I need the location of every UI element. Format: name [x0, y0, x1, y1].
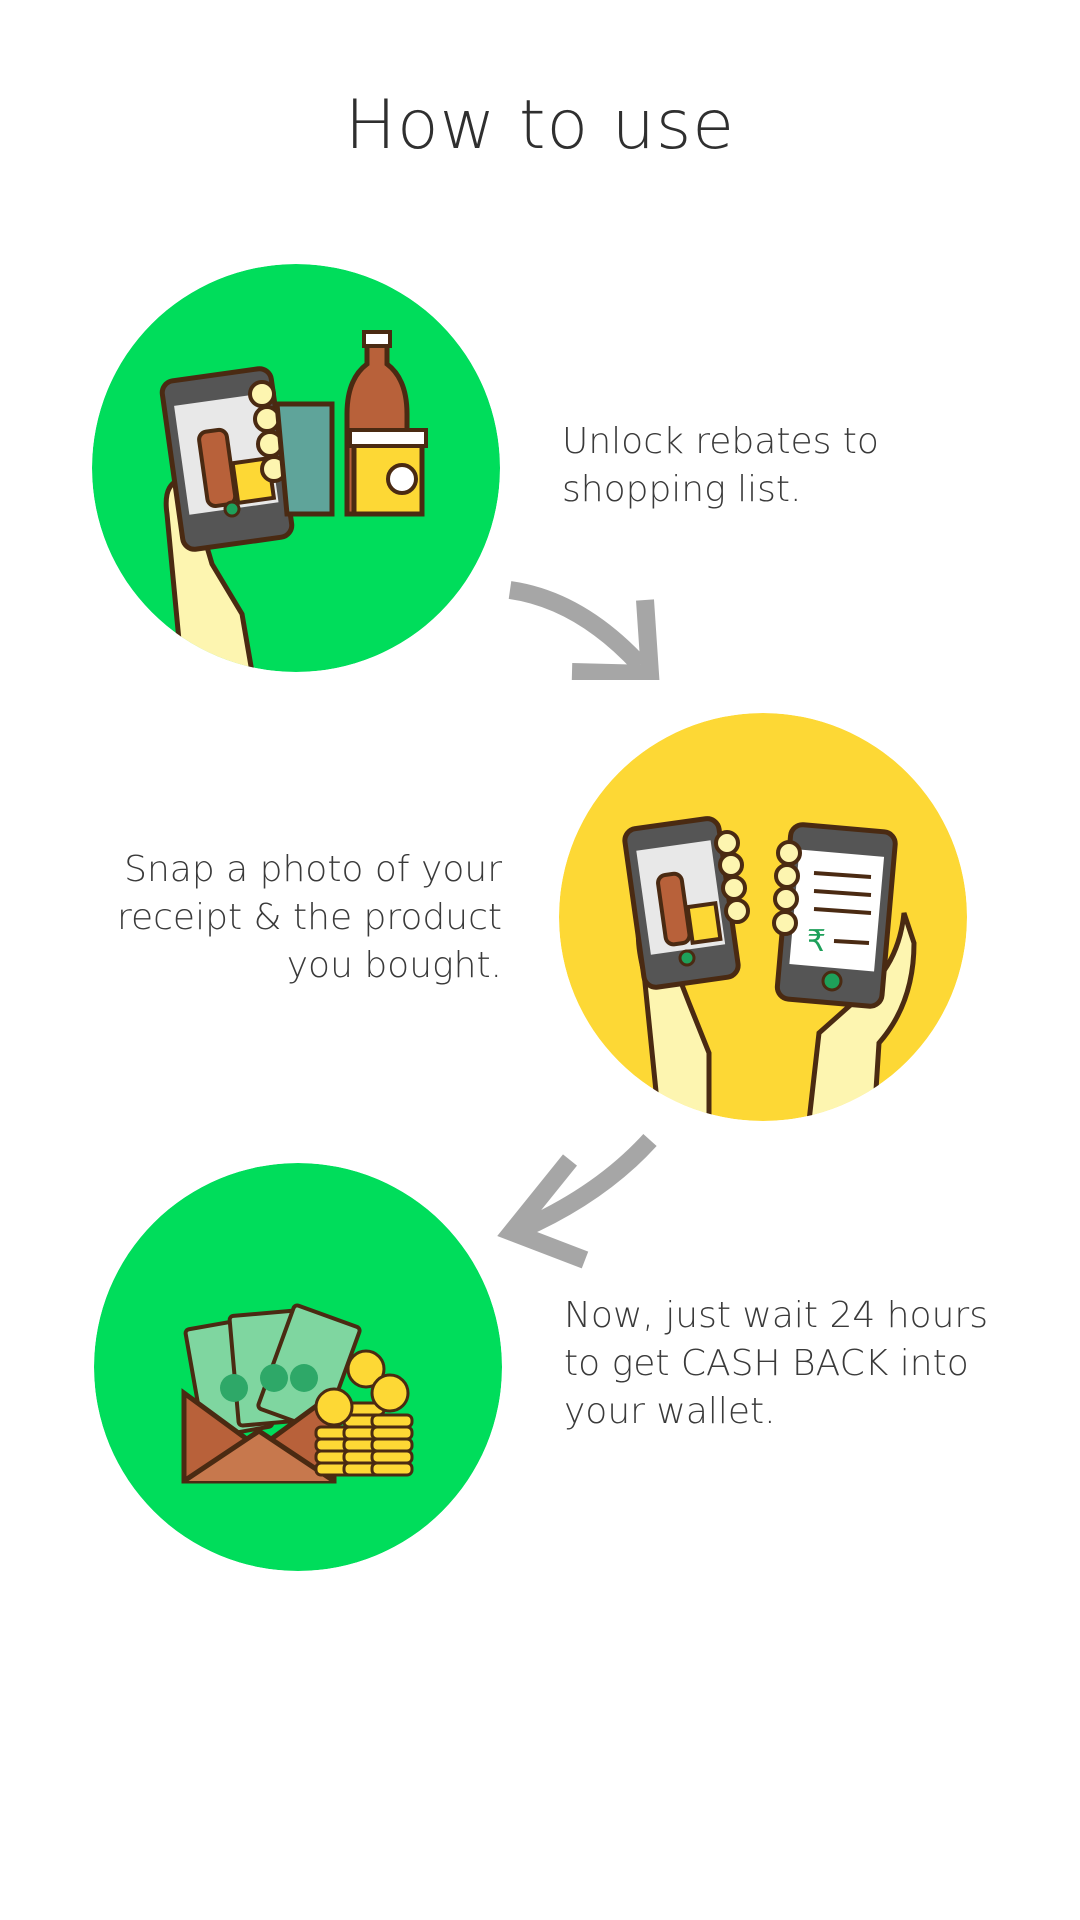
phone-with-products-icon — [92, 264, 500, 672]
how-to-use-screen: How to use Unlock rebates to shopping li… — [0, 0, 1080, 1920]
step-1-illustration — [92, 264, 500, 672]
step-2-text: Snap a photo of your receipt & the produ… — [116, 849, 502, 986]
step-1-text: Unlock rebates to shopping list. — [562, 421, 879, 510]
phones-receipt-icon: ₹ — [559, 713, 967, 1121]
step-2-illustration: ₹ — [559, 713, 967, 1121]
arrow-down-left-icon — [497, 1133, 657, 1269]
step-3-illustration — [94, 1163, 502, 1571]
page-title: How to use — [344, 86, 736, 165]
svg-text:₹: ₹ — [807, 924, 826, 959]
wallet-cash-icon — [94, 1163, 502, 1571]
arrow-down-right-icon — [508, 581, 660, 680]
step-3-text: Now, just wait 24 hours to get CASH BACK… — [564, 1295, 988, 1432]
